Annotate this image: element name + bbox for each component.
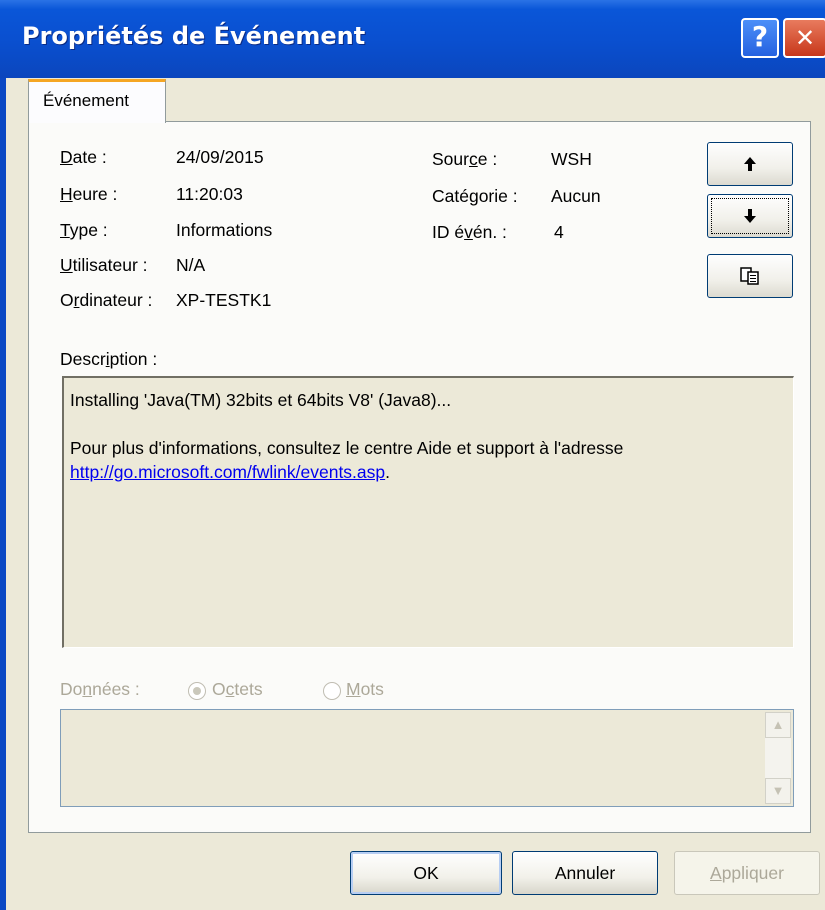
computer-value: XP-TESTK1: [176, 290, 272, 310]
source-value: WSH: [551, 149, 592, 169]
ok-button[interactable]: OK: [350, 851, 502, 895]
close-icon: ✕: [794, 24, 816, 52]
date-label: Date :: [60, 147, 107, 167]
data-scrollbar[interactable]: ▲ ▼: [765, 712, 791, 804]
chevron-down-icon: ▼: [771, 783, 785, 798]
data-label: Données :: [60, 679, 140, 699]
event-id-label: ID évén. :: [432, 222, 507, 242]
copy-button[interactable]: [707, 254, 793, 298]
title-bar[interactable]: Propriétés de Événement ? ✕: [0, 0, 825, 78]
cancel-button[interactable]: Annuler: [512, 851, 658, 895]
help-icon: ?: [751, 20, 769, 53]
window-title: Propriétés de Événement: [22, 22, 366, 50]
help-link[interactable]: http://go.microsoft.com/fwlink/events.as…: [70, 462, 385, 482]
time-label: Heure :: [60, 184, 118, 204]
type-value: Informations: [176, 220, 273, 240]
apply-button[interactable]: Appliquer: [674, 851, 820, 895]
next-event-button[interactable]: [707, 194, 793, 238]
user-value: N/A: [176, 255, 206, 275]
type-label: Type :: [60, 220, 108, 240]
event-id-value: 4: [554, 222, 564, 242]
category-value: Aucun: [551, 186, 601, 206]
time-value: 11:20:03: [176, 184, 243, 204]
previous-event-button[interactable]: [707, 142, 793, 186]
date-value: 24/09/2015: [176, 147, 264, 167]
radio-words[interactable]: [323, 682, 341, 700]
description-line-1: Installing 'Java(TM) 32bits et 64bits V8…: [70, 390, 452, 410]
user-label: Utilisateur :: [60, 255, 148, 275]
computer-label: Ordinateur :: [60, 290, 153, 310]
category-label: Catégorie :: [432, 186, 518, 206]
help-button[interactable]: ?: [741, 18, 779, 58]
description-box[interactable]: Installing 'Java(TM) 32bits et 64bits V8…: [62, 376, 794, 648]
source-label: Source :: [432, 149, 498, 169]
tab-label: Événement: [43, 91, 129, 110]
chevron-up-icon: ▲: [771, 717, 785, 732]
scroll-up-button[interactable]: ▲: [765, 712, 791, 738]
tab-evenement[interactable]: Événement: [28, 79, 166, 123]
data-box[interactable]: ▲ ▼: [60, 709, 794, 807]
link-suffix: .: [385, 462, 391, 482]
close-button[interactable]: ✕: [783, 18, 825, 58]
description-label: Description :: [60, 349, 158, 369]
radio-bytes-label: Octets: [212, 679, 263, 699]
copy-icon: [740, 267, 759, 285]
arrow-down-icon: [744, 209, 756, 223]
radio-words-label: Mots: [346, 679, 384, 699]
scroll-down-button[interactable]: ▼: [765, 778, 791, 804]
radio-bytes[interactable]: [188, 682, 206, 700]
description-line-2: Pour plus d'informations, consultez le c…: [70, 438, 624, 458]
arrow-up-icon: [744, 157, 756, 171]
